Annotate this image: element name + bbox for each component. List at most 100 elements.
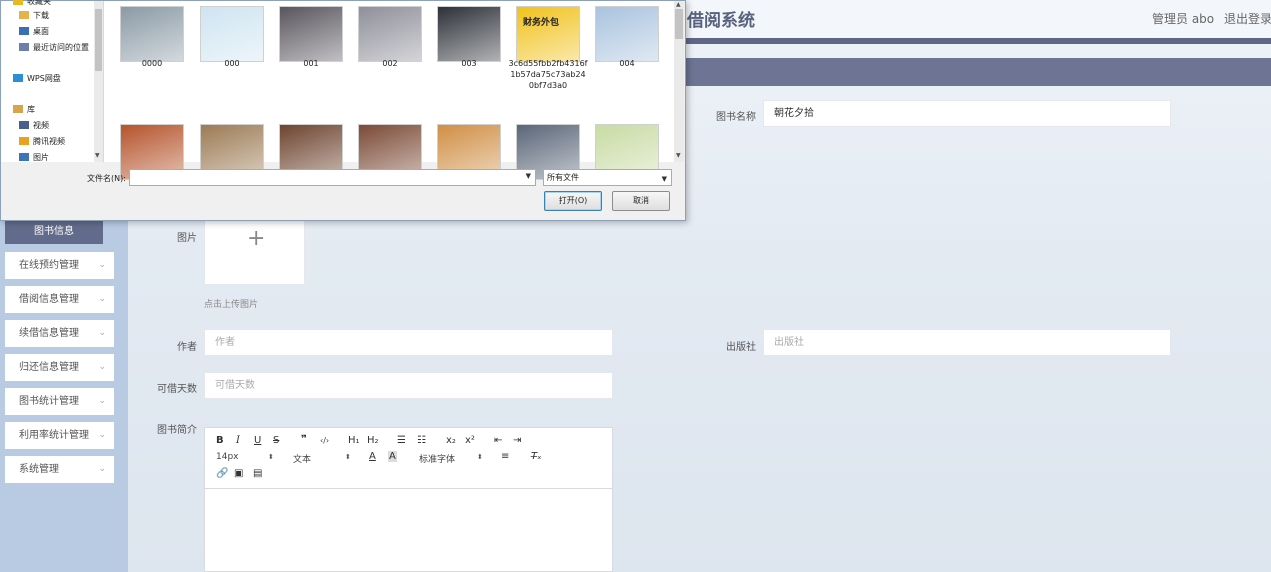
select-arrow-icon: ⬍ xyxy=(268,453,274,461)
outdent-icon[interactable]: ⇤ xyxy=(494,435,502,446)
font-color-icon[interactable]: A xyxy=(369,451,376,462)
nav-item[interactable]: 腾讯视频 xyxy=(19,136,65,147)
chevron-down-icon: ⌄ xyxy=(98,362,106,372)
sidebar-item[interactable]: 利用率统计管理 ⌄ xyxy=(5,422,114,449)
file-thumbnail[interactable] xyxy=(358,6,422,62)
subscript-icon[interactable]: x₂ xyxy=(446,435,456,446)
nav-item[interactable]: 最近访问的位置 xyxy=(19,42,89,53)
nav-item-label: WPS网盘 xyxy=(27,74,61,83)
bullet-list-icon[interactable]: ☷ xyxy=(417,435,426,446)
desktop-icon xyxy=(19,27,29,35)
nav-item-label: 下载 xyxy=(33,11,49,20)
heading-1-icon[interactable]: H₁ xyxy=(348,435,360,446)
admin-label[interactable]: 管理员 abo xyxy=(1152,10,1214,27)
blockquote-icon[interactable]: ❞ xyxy=(301,434,307,445)
nav-scrollbar-thumb[interactable] xyxy=(95,9,102,71)
sidebar-item[interactable]: 续借信息管理 ⌄ xyxy=(5,320,114,347)
font-family-value: 标准字体 xyxy=(419,455,456,465)
sidebar-item[interactable]: 借阅信息管理 ⌄ xyxy=(5,286,114,313)
link-icon[interactable]: 🔗 xyxy=(216,468,228,479)
code-icon[interactable]: ‹/› xyxy=(320,436,329,445)
clear-format-icon[interactable]: T̶ₓ xyxy=(531,451,542,462)
ordered-list-icon[interactable]: ☰ xyxy=(397,435,406,446)
borrow-days-input[interactable]: 可借天数 xyxy=(204,372,613,399)
system-title: 借阅系统 xyxy=(687,11,755,31)
dropdown-arrow-icon[interactable]: ▼ xyxy=(526,172,531,180)
author-input[interactable]: 作者 xyxy=(204,329,613,356)
filename-label: 文件名(N): xyxy=(87,174,126,183)
file-thumbnail[interactable] xyxy=(120,6,184,62)
underline-icon[interactable]: U xyxy=(254,435,261,446)
cancel-button[interactable]: 取消 xyxy=(612,191,670,211)
scroll-down-icon[interactable]: ▼ xyxy=(676,152,681,159)
nav-item[interactable]: 下载 xyxy=(19,10,49,21)
nav-item[interactable]: 视频 xyxy=(19,120,49,131)
sidebar-item-book-info[interactable]: 图书信息 xyxy=(5,219,103,244)
tencent-video-icon xyxy=(19,137,29,145)
align-icon[interactable]: ≡ xyxy=(501,451,509,462)
logout-link[interactable]: 退出登录 xyxy=(1224,10,1271,27)
publisher-input[interactable]: 出版社 xyxy=(763,329,1171,356)
nav-item[interactable]: 图片 xyxy=(19,152,49,163)
chevron-down-icon: ⌄ xyxy=(98,260,106,270)
file-thumbnail[interactable] xyxy=(595,6,659,62)
nav-scrollbar[interactable]: ▼ xyxy=(94,1,103,162)
open-button[interactable]: 打开(O) xyxy=(544,191,602,211)
picture-icon xyxy=(19,153,29,161)
nav-item[interactable]: 收藏夹 xyxy=(13,0,51,7)
chevron-down-icon: ⌄ xyxy=(98,396,106,406)
file-thumbnail[interactable] xyxy=(200,6,264,62)
video-icon[interactable]: ▤ xyxy=(253,468,262,479)
navigation-pane: 收藏夹下载桌面最近访问的位置 WPS网盘库视频腾讯视频图片 ▼ xyxy=(1,0,104,163)
image-icon[interactable]: ▣ xyxy=(234,468,243,479)
filename-input[interactable]: ▼ xyxy=(129,169,536,186)
video-icon xyxy=(19,121,29,129)
nav-item[interactable]: 库 xyxy=(13,104,35,115)
nav-item-label: 库 xyxy=(27,105,35,114)
sidebar-item[interactable]: 图书统计管理 ⌄ xyxy=(5,388,114,415)
block-type-select[interactable]: 文本 ⬍ xyxy=(293,452,351,465)
file-name: 3c6d55fbb2fb4316f1b57da75c73ab240bf7d3a0 xyxy=(508,59,588,90)
file-list-scrollbar-thumb[interactable] xyxy=(675,9,683,39)
chevron-down-icon: ⌄ xyxy=(98,430,106,440)
scroll-up-icon[interactable]: ▲ xyxy=(676,1,681,8)
sidebar-item-label: 归还信息管理 xyxy=(19,362,79,373)
file-thumbnail[interactable] xyxy=(279,6,343,62)
book-name-input[interactable]: 朝花夕拾 xyxy=(763,100,1171,127)
file-name: 003 xyxy=(461,59,477,68)
upload-hint: 点击上传图片 xyxy=(204,300,259,310)
sidebar-item[interactable]: 系统管理 ⌄ xyxy=(5,456,114,483)
dropdown-arrow-icon[interactable]: ▼ xyxy=(662,172,667,187)
select-arrow-icon: ⬍ xyxy=(345,453,351,461)
indent-icon[interactable]: ⇥ xyxy=(513,435,521,446)
heading-2-icon[interactable]: H₂ xyxy=(367,435,379,446)
italic-icon[interactable]: I xyxy=(236,435,240,446)
nav-item[interactable]: WPS网盘 xyxy=(13,73,61,84)
file-name: 0000 xyxy=(141,59,163,68)
recent-icon xyxy=(19,43,29,51)
file-open-dialog: 收藏夹 下载 桌面 最近访问的位置 WPS网盘库视频 腾讯视频 图片 ▼ 0000 000 00… xyxy=(0,0,686,221)
sidebar-item[interactable]: 归还信息管理 ⌄ xyxy=(5,354,114,381)
strike-icon[interactable]: S xyxy=(273,435,279,446)
bold-icon[interactable]: B xyxy=(216,435,224,446)
image-label: 图片 xyxy=(177,233,197,244)
file-thumbnail[interactable]: 财务外包 xyxy=(516,6,580,62)
background-color-icon[interactable]: A xyxy=(388,451,397,462)
nav-item[interactable]: 桌面 xyxy=(19,26,49,37)
file-list-scrollbar[interactable]: ▲ ▼ xyxy=(674,1,684,162)
superscript-icon[interactable]: x² xyxy=(465,435,475,446)
sidebar-item[interactable]: 在线预约管理 ⌄ xyxy=(5,252,114,279)
font-size-select[interactable]: 14px ⬍ xyxy=(216,452,274,462)
filetype-select[interactable]: 所有文件 ▼ xyxy=(543,169,672,186)
font-family-select[interactable]: 标准字体 ⬍ xyxy=(419,452,483,465)
scroll-down-icon[interactable]: ▼ xyxy=(95,152,100,159)
chevron-down-icon: ⌄ xyxy=(98,294,106,304)
author-label: 作者 xyxy=(177,342,197,353)
sidebar-item-label: 续借信息管理 xyxy=(19,328,79,339)
publisher-label: 出版社 xyxy=(726,342,756,353)
star-icon xyxy=(13,0,23,5)
sidebar-item-label: 利用率统计管理 xyxy=(19,430,89,441)
file-thumbnail[interactable] xyxy=(437,6,501,62)
sidebar-item-label: 系统管理 xyxy=(19,464,59,475)
image-upload[interactable]: + xyxy=(204,219,305,285)
